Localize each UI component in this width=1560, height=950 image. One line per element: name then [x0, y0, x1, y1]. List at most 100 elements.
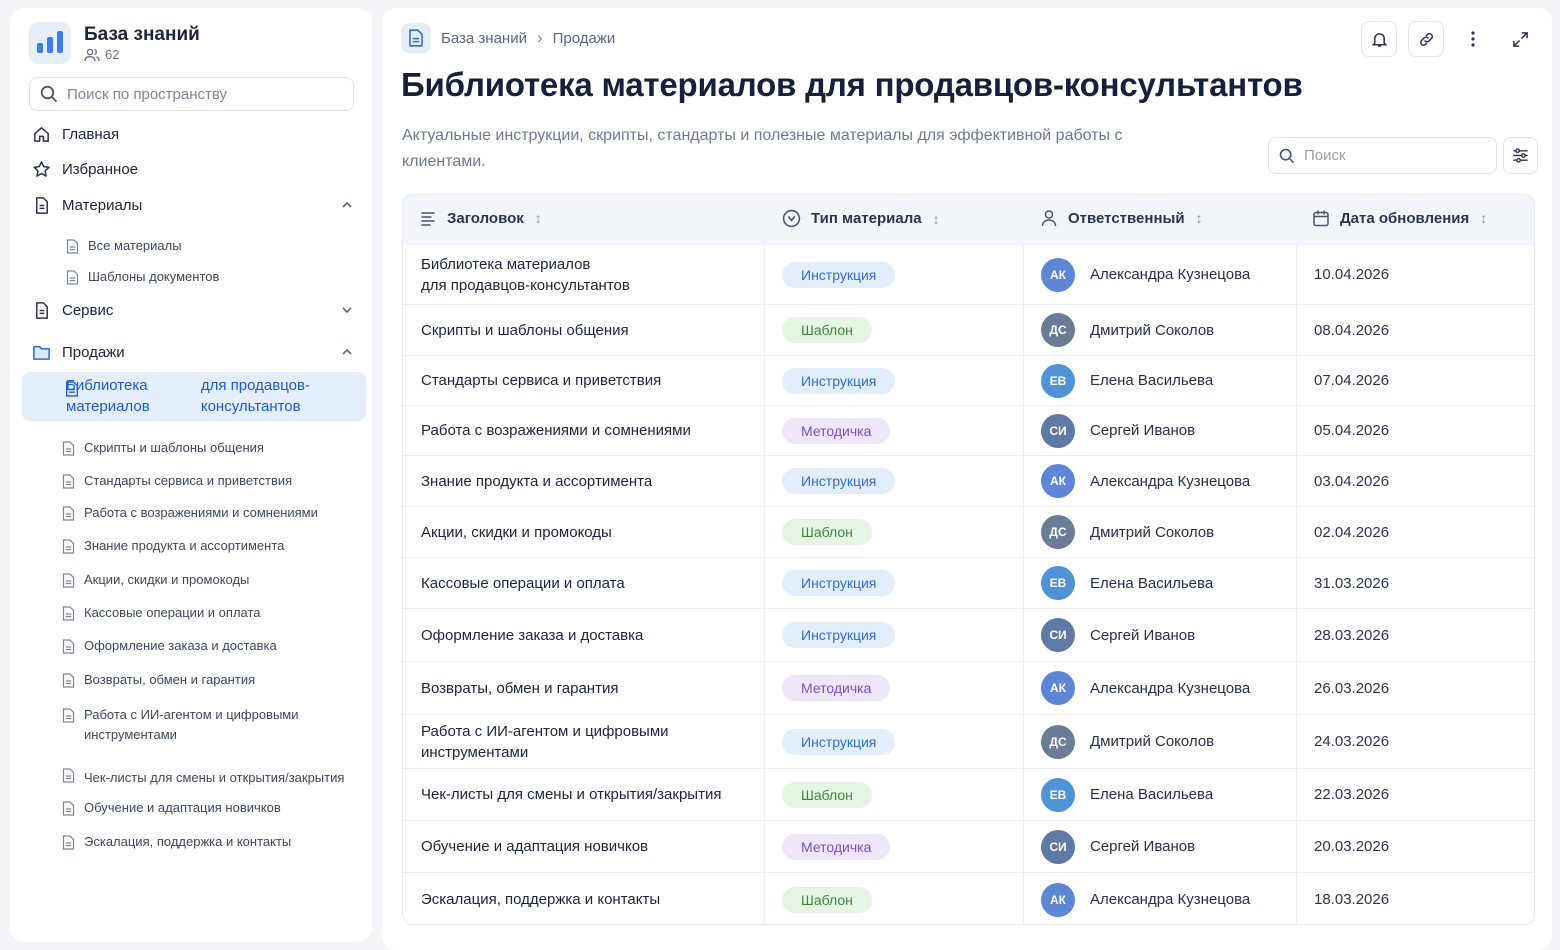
column-header-title[interactable]: Заголовок ↕: [419, 209, 542, 227]
sort-icon[interactable]: ↕: [1480, 210, 1487, 226]
sidebar-subitem-sales[interactable]: Оформление заказа и доставка: [62, 636, 352, 656]
search-icon: [1279, 148, 1295, 163]
type-badge: Методичка: [782, 833, 891, 860]
type-badge: Инструкция: [782, 468, 896, 494]
notifications-button[interactable]: [1361, 21, 1397, 57]
sidebar-subitem-sales[interactable]: Знание продукта и ассортимента: [62, 536, 352, 556]
sidebar-subitem-sales[interactable]: Эскалация, поддержка и контакты: [62, 832, 352, 852]
row-title[interactable]: Чек-листы для смены и открытия/закрытия: [421, 769, 766, 820]
sidebar-subitem-sales[interactable]: Обучение и адаптация новичков: [62, 798, 352, 818]
table-row[interactable]: Знание продукта и ассортимента Инструкция…: [403, 455, 1534, 506]
row-owner: ЕВ Елена Васильева: [1041, 558, 1213, 608]
row-title[interactable]: Знание продукта и ассортимента: [421, 456, 766, 506]
sidebar-subitem-sales[interactable]: Работа с ИИ-агентом и цифровыми инструме…: [62, 705, 352, 745]
sidebar-subitem-sales[interactable]: Работа с возражениями и сомнениями: [62, 503, 352, 523]
row-title[interactable]: Библиотека материалов для продавцов-конс…: [421, 245, 766, 304]
row-title[interactable]: Акции, скидки и промокоды: [421, 507, 766, 557]
expand-button[interactable]: [1502, 21, 1538, 57]
document-icon: [62, 835, 75, 850]
row-type: Методичка: [782, 406, 891, 455]
table-row[interactable]: Эскалация, поддержка и контакты Шаблон АК А…: [403, 872, 1534, 924]
table-row[interactable]: Оформление заказа и доставка Инструкция СИ…: [403, 608, 1534, 661]
sidebar-item-home[interactable]: Главная: [32, 122, 354, 146]
row-title[interactable]: Эскалация, поддержка и контакты: [421, 873, 766, 924]
table-row[interactable]: Работа с возражениями и сомнениями Методи…: [403, 405, 1534, 455]
sidebar-subitem-sales[interactable]: Скрипты и шаблоны общения: [62, 438, 352, 458]
sidebar-subitem-sales[interactable]: Кассовые операции и оплата: [62, 603, 352, 623]
row-date: 31.03.2026: [1314, 574, 1390, 592]
row-title[interactable]: Стандарты сервиса и приветствия: [421, 356, 766, 405]
sidebar-item-materials[interactable]: Материалы: [32, 193, 354, 217]
sidebar-subitem-sales[interactable]: Чек-листы для смены и открытия/закрытия: [62, 765, 352, 791]
row-title[interactable]: Работа с возражениями и сомнениями: [421, 406, 766, 455]
document-icon: [66, 239, 79, 254]
column-header-type[interactable]: Тип материала ↕: [782, 209, 940, 228]
sidebar-item-label: Материалы: [62, 196, 143, 214]
sidebar-item-sales[interactable]: Продажи: [32, 340, 354, 364]
avatar: АК: [1041, 671, 1075, 705]
row-title[interactable]: Кассовые операции и оплата: [421, 558, 766, 608]
row-title[interactable]: Скрипты и шаблоны общения: [421, 305, 766, 355]
filter-button[interactable]: [1503, 137, 1538, 174]
table-row[interactable]: Скрипты и шаблоны общения Шаблон ДС Дмитрий…: [403, 304, 1534, 355]
row-title[interactable]: Обучение и адаптация новичков: [421, 821, 766, 872]
sidebar-subitem-doc-templates[interactable]: Шаблоны документов: [66, 267, 356, 287]
sidebar-item-label: Избранное: [62, 160, 139, 178]
type-badge: Инструкция: [782, 261, 896, 288]
column-header-date[interactable]: Дата обновления ↕: [1312, 209, 1487, 227]
chevron-down-icon[interactable]: [340, 303, 354, 317]
table-header: Заголовок ↕ Тип материала ↕ Ответственны…: [403, 195, 1534, 245]
avatar: ЕВ: [1041, 777, 1075, 812]
row-owner: ДС Дмитрий Соколов: [1041, 507, 1214, 557]
type-badge: Шаблон: [782, 317, 872, 343]
column-header-owner[interactable]: Ответственный ↕: [1040, 209, 1203, 227]
sidebar-subitem-sales[interactable]: Возвраты, обмен и гарантия: [62, 670, 352, 690]
avatar: ДС: [1041, 515, 1075, 549]
row-date: 26.03.2026: [1314, 679, 1390, 697]
chevron-up-icon[interactable]: [340, 198, 354, 212]
row-owner: ДС Дмитрий Соколов: [1041, 305, 1214, 355]
table-row[interactable]: Чек-листы для смены и открытия/закрытия Ш…: [403, 768, 1534, 820]
row-title[interactable]: Оформление заказа и доставка: [421, 609, 766, 661]
row-owner: АК Александра Кузнецова: [1041, 456, 1250, 506]
sidebar-search[interactable]: [29, 77, 354, 111]
sidebar-search-input[interactable]: [67, 85, 337, 103]
table-search[interactable]: [1268, 137, 1497, 174]
sort-icon[interactable]: ↕: [933, 211, 940, 227]
sidebar-item-favorites[interactable]: Избранное: [32, 157, 354, 181]
row-type: Шаблон: [782, 507, 872, 557]
table-row[interactable]: Возвраты, обмен и гарантия Методичка АК Але…: [403, 661, 1534, 714]
members-count: 62: [105, 47, 120, 62]
space-header[interactable]: База знаний 62: [29, 22, 200, 64]
type-badge: Шаблон: [782, 886, 872, 913]
copy-link-button[interactable]: [1408, 21, 1444, 57]
breadcrumb-root[interactable]: База знаний: [441, 30, 527, 47]
more-button[interactable]: [1455, 21, 1491, 57]
row-owner: ДС Дмитрий Соколов: [1041, 715, 1214, 768]
table-row[interactable]: Акции, скидки и промокоды Шаблон ДС Дмитрий…: [403, 506, 1534, 557]
sort-icon[interactable]: ↕: [535, 210, 542, 226]
table-search-input[interactable]: [1304, 147, 1484, 164]
chevron-up-icon[interactable]: [340, 345, 354, 359]
sidebar-subitem-all-materials[interactable]: Все материалы: [66, 236, 356, 256]
star-icon: [33, 160, 50, 177]
sidebar-subitem-sales[interactable]: Акции, скидки и промокоды: [62, 570, 352, 590]
sidebar-subitem-active-library[interactable]: Библиотека материалов для продавцов-конс…: [22, 372, 366, 421]
table-row[interactable]: Стандарты сервиса и приветствия Инструкци…: [403, 355, 1534, 405]
sort-icon[interactable]: ↕: [1196, 210, 1203, 226]
table-row[interactable]: Работа с ИИ-агентом и цифровыми инструме…: [403, 714, 1534, 768]
page-description: Актуальные инструкции, скрипты, стандарт…: [402, 127, 1123, 170]
row-title[interactable]: Возвраты, обмен и гарантия: [421, 662, 766, 714]
row-date: 03.04.2026: [1314, 472, 1390, 490]
table-row[interactable]: Библиотека материалов для продавцов-конс…: [403, 245, 1534, 304]
sidebar-item-service[interactable]: Сервис: [32, 298, 354, 322]
sidebar-subitem-sales[interactable]: Стандарты сервиса и приветствия: [62, 471, 352, 491]
row-title[interactable]: Работа с ИИ-агентом и цифровыми инструме…: [421, 715, 766, 768]
avatar: АК: [1041, 257, 1075, 292]
breadcrumb-current[interactable]: Продажи: [553, 30, 616, 47]
table-row[interactable]: Обучение и адаптация новичков Методичка СИ…: [403, 820, 1534, 872]
table-row[interactable]: Кассовые операции и оплата Инструкция ЕВ Ел…: [403, 557, 1534, 608]
row-owner: СИ Сергей Иванов: [1041, 406, 1195, 455]
owner-name: Елена Васильева: [1090, 372, 1214, 389]
row-owner: ЕВ Елена Васильева: [1041, 356, 1213, 405]
